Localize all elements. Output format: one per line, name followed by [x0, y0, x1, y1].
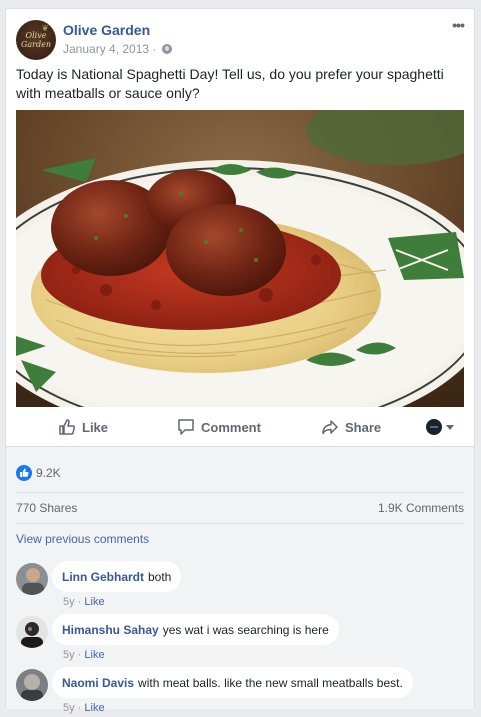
- like-label: Like: [82, 419, 109, 435]
- comment-item: Himanshu Sahay yes wat i was searching i…: [16, 614, 466, 664]
- comment-meta: 5y · Like: [63, 596, 105, 608]
- comment-button[interactable]: Comment: [177, 409, 261, 445]
- comment-text: yes wat i was searching is here: [162, 622, 329, 637]
- profile-selector[interactable]: [426, 409, 454, 445]
- like-button[interactable]: Like: [58, 409, 108, 445]
- post-header: ❦ Olive Garden Olive Garden January 4, 2…: [16, 18, 466, 60]
- page-name-link[interactable]: Olive Garden: [63, 22, 150, 38]
- divider: [16, 492, 464, 493]
- comment-bubble: Linn Gebhardt both: [52, 561, 182, 592]
- leaf-icon: ❦: [41, 24, 49, 34]
- avatar[interactable]: [16, 616, 48, 648]
- share-label: Share: [345, 419, 382, 435]
- post-action-bar: Like Comment Share: [16, 409, 464, 445]
- comment-bubble: Naomi Davis with meat balls. like the ne…: [52, 667, 413, 698]
- comment-author[interactable]: Himanshu Sahay: [62, 623, 159, 637]
- thumbs-up-icon: [59, 419, 75, 435]
- comment-meta: 5y · Like: [63, 702, 105, 714]
- spaghetti-meatballs-image: [16, 110, 464, 407]
- comment-item: Naomi Davis with meat balls. like the ne…: [16, 667, 466, 717]
- comment-meta: 5y · Like: [63, 649, 105, 661]
- speech-bubble-icon: [178, 419, 194, 435]
- comment-text: with meat balls. like the new small meat…: [138, 675, 403, 690]
- post-card: ❦ Olive Garden Olive Garden January 4, 2…: [5, 8, 475, 714]
- page-avatar[interactable]: ❦ Olive Garden: [16, 20, 56, 60]
- reaction-count: 9.2K: [36, 466, 61, 480]
- profile-selector-icon: [426, 419, 442, 435]
- more-icon[interactable]: •••: [450, 18, 466, 32]
- view-previous-comments-link[interactable]: View previous comments: [16, 532, 149, 546]
- post-meta: January 4, 2013 ·: [63, 42, 172, 56]
- reactions-summary[interactable]: 9.2K: [16, 464, 61, 482]
- comment-item: Linn Gebhardt both 5y · Like: [16, 561, 466, 611]
- comment-bubble: Himanshu Sahay yes wat i was searching i…: [52, 614, 339, 645]
- post-text: Today is National Spaghetti Day! Tell us…: [16, 66, 444, 101]
- comment-age[interactable]: 5y: [63, 596, 75, 608]
- comments-region: 9.2K 770 Shares 1.9K Comments View previ…: [6, 446, 474, 714]
- comment-text: both: [148, 569, 172, 584]
- divider: [16, 523, 464, 524]
- share-arrow-icon: [322, 420, 338, 435]
- comment-like-link[interactable]: Like: [84, 649, 104, 661]
- avatar[interactable]: [16, 563, 48, 595]
- comment-author[interactable]: Linn Gebhardt: [62, 570, 144, 584]
- meta-separator: ·: [149, 42, 160, 56]
- avatar-text-line2: Garden: [21, 40, 51, 49]
- avatar[interactable]: [16, 669, 48, 701]
- comment-like-link[interactable]: Like: [84, 596, 104, 608]
- shares-count[interactable]: 770 Shares: [16, 501, 77, 515]
- comment-author[interactable]: Naomi Davis: [62, 676, 134, 690]
- globe-icon[interactable]: [161, 44, 172, 54]
- like-reaction-icon: [16, 465, 32, 481]
- comments-count[interactable]: 1.9K Comments: [378, 501, 464, 515]
- chevron-down-icon: [446, 424, 454, 430]
- post-photo[interactable]: [16, 110, 464, 407]
- share-button[interactable]: Share: [321, 409, 381, 445]
- comment-age[interactable]: 5y: [63, 702, 75, 714]
- comment-like-link[interactable]: Like: [84, 702, 104, 714]
- avatar-text-line1: Olive: [25, 31, 47, 40]
- post-date[interactable]: January 4, 2013: [63, 42, 149, 56]
- comment-age[interactable]: 5y: [63, 649, 75, 661]
- comment-label: Comment: [201, 419, 261, 435]
